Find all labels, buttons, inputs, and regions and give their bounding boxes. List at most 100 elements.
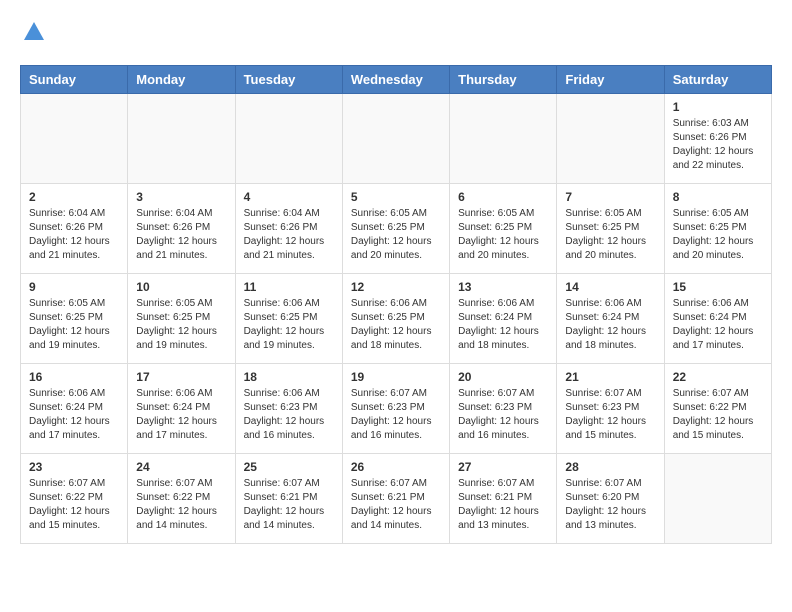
calendar-cell: 27 Sunrise: 6:07 AM Sunset: 6:21 PM Dayli… [450, 454, 557, 544]
calendar-cell: 2 Sunrise: 6:04 AM Sunset: 6:26 PM Daylig… [21, 184, 128, 274]
calendar-cell [128, 94, 235, 184]
calendar-cell: 10 Sunrise: 6:05 AM Sunset: 6:25 PM Dayli… [128, 274, 235, 364]
calendar-cell: 21 Sunrise: 6:07 AM Sunset: 6:23 PM Dayli… [557, 364, 664, 454]
calendar-table: SundayMondayTuesdayWednesdayThursdayFrid… [20, 65, 772, 544]
calendar-cell: 5 Sunrise: 6:05 AM Sunset: 6:25 PM Daylig… [342, 184, 449, 274]
calendar-week-4: 16 Sunrise: 6:06 AM Sunset: 6:24 PM Dayli… [21, 364, 772, 454]
day-number: 26 [351, 460, 441, 474]
calendar-cell: 14Sunrise: 6:06 AM Sunset: 6:24 PM Dayli… [557, 274, 664, 364]
calendar-week-1: 1Sunrise: 6:03 AM Sunset: 6:26 PM Daylig… [21, 94, 772, 184]
day-number: 18 [244, 370, 334, 384]
day-info: Sunrise: 6:07 AM Sunset: 6:23 PM Dayligh… [458, 387, 548, 443]
calendar-cell: 26 Sunrise: 6:07 AM Sunset: 6:21 PM Dayli… [342, 454, 449, 544]
day-number: 13 [458, 280, 548, 294]
day-number: 10 [136, 280, 226, 294]
calendar-cell: 25 Sunrise: 6:07 AM Sunset: 6:21 PM Dayli… [235, 454, 342, 544]
weekday-header-saturday: Saturday [664, 66, 771, 94]
day-number: 27 [458, 460, 548, 474]
day-number: 28 [565, 460, 655, 474]
calendar-cell: 9 Sunrise: 6:05 AM Sunset: 6:25 PM Daylig… [21, 274, 128, 364]
day-number: 4 [244, 190, 334, 204]
calendar-cell [342, 94, 449, 184]
day-number: 7 [565, 190, 655, 204]
day-number: 9 [29, 280, 119, 294]
weekday-header-row: SundayMondayTuesdayWednesdayThursdayFrid… [21, 66, 772, 94]
day-number: 2 [29, 190, 119, 204]
day-number: 11 [244, 280, 334, 294]
calendar-cell: 20 Sunrise: 6:07 AM Sunset: 6:23 PM Dayli… [450, 364, 557, 454]
day-info: Sunrise: 6:07 AM Sunset: 6:20 PM Dayligh… [565, 477, 655, 533]
calendar-cell: 12Sunrise: 6:06 AM Sunset: 6:25 PM Dayli… [342, 274, 449, 364]
calendar-cell: 24 Sunrise: 6:07 AM Sunset: 6:22 PM Dayli… [128, 454, 235, 544]
day-info: Sunrise: 6:05 AM Sunset: 6:25 PM Dayligh… [351, 207, 441, 263]
day-info: Sunrise: 6:04 AM Sunset: 6:26 PM Dayligh… [29, 207, 119, 263]
calendar-cell: 22 Sunrise: 6:07 AM Sunset: 6:22 PM Dayli… [664, 364, 771, 454]
weekday-header-monday: Monday [128, 66, 235, 94]
day-number: 1 [673, 100, 763, 114]
calendar-cell: 6Sunrise: 6:05 AM Sunset: 6:25 PM Daylig… [450, 184, 557, 274]
day-number: 21 [565, 370, 655, 384]
day-info: Sunrise: 6:04 AM Sunset: 6:26 PM Dayligh… [136, 207, 226, 263]
page-header [20, 20, 772, 49]
calendar-cell: 23 Sunrise: 6:07 AM Sunset: 6:22 PM Dayli… [21, 454, 128, 544]
day-info: Sunrise: 6:06 AM Sunset: 6:24 PM Dayligh… [29, 387, 119, 443]
calendar-cell: 11 Sunrise: 6:06 AM Sunset: 6:25 PM Dayli… [235, 274, 342, 364]
day-info: Sunrise: 6:07 AM Sunset: 6:21 PM Dayligh… [458, 477, 548, 533]
day-info: Sunrise: 6:06 AM Sunset: 6:24 PM Dayligh… [458, 297, 548, 353]
day-number: 14 [565, 280, 655, 294]
day-info: Sunrise: 6:06 AM Sunset: 6:24 PM Dayligh… [136, 387, 226, 443]
calendar-cell: 7Sunrise: 6:05 AM Sunset: 6:25 PM Daylig… [557, 184, 664, 274]
day-number: 25 [244, 460, 334, 474]
calendar-week-2: 2 Sunrise: 6:04 AM Sunset: 6:26 PM Daylig… [21, 184, 772, 274]
calendar-cell [664, 454, 771, 544]
logo [20, 20, 46, 49]
day-info: Sunrise: 6:07 AM Sunset: 6:21 PM Dayligh… [351, 477, 441, 533]
calendar-cell: 8Sunrise: 6:05 AM Sunset: 6:25 PM Daylig… [664, 184, 771, 274]
day-info: Sunrise: 6:06 AM Sunset: 6:23 PM Dayligh… [244, 387, 334, 443]
calendar-cell: 18 Sunrise: 6:06 AM Sunset: 6:23 PM Dayli… [235, 364, 342, 454]
weekday-header-thursday: Thursday [450, 66, 557, 94]
calendar-cell: 28 Sunrise: 6:07 AM Sunset: 6:20 PM Dayli… [557, 454, 664, 544]
day-info: Sunrise: 6:06 AM Sunset: 6:24 PM Dayligh… [673, 297, 763, 353]
calendar-cell: 4 Sunrise: 6:04 AM Sunset: 6:26 PM Daylig… [235, 184, 342, 274]
day-info: Sunrise: 6:07 AM Sunset: 6:22 PM Dayligh… [136, 477, 226, 533]
day-number: 19 [351, 370, 441, 384]
day-number: 6 [458, 190, 548, 204]
day-info: Sunrise: 6:07 AM Sunset: 6:22 PM Dayligh… [673, 387, 763, 443]
calendar-cell: 15 Sunrise: 6:06 AM Sunset: 6:24 PM Dayli… [664, 274, 771, 364]
day-number: 8 [673, 190, 763, 204]
calendar-cell [450, 94, 557, 184]
day-info: Sunrise: 6:07 AM Sunset: 6:23 PM Dayligh… [351, 387, 441, 443]
calendar-cell [21, 94, 128, 184]
weekday-header-tuesday: Tuesday [235, 66, 342, 94]
calendar-cell: 13 Sunrise: 6:06 AM Sunset: 6:24 PM Dayli… [450, 274, 557, 364]
day-number: 15 [673, 280, 763, 294]
day-info: Sunrise: 6:05 AM Sunset: 6:25 PM Dayligh… [29, 297, 119, 353]
weekday-header-sunday: Sunday [21, 66, 128, 94]
day-info: Sunrise: 6:07 AM Sunset: 6:21 PM Dayligh… [244, 477, 334, 533]
day-number: 23 [29, 460, 119, 474]
day-number: 20 [458, 370, 548, 384]
day-info: Sunrise: 6:06 AM Sunset: 6:25 PM Dayligh… [244, 297, 334, 353]
calendar-cell: 19 Sunrise: 6:07 AM Sunset: 6:23 PM Dayli… [342, 364, 449, 454]
day-info: Sunrise: 6:05 AM Sunset: 6:25 PM Dayligh… [136, 297, 226, 353]
day-number: 16 [29, 370, 119, 384]
calendar-cell [235, 94, 342, 184]
day-info: Sunrise: 6:06 AM Sunset: 6:25 PM Dayligh… [351, 297, 441, 353]
calendar-cell: 16 Sunrise: 6:06 AM Sunset: 6:24 PM Dayli… [21, 364, 128, 454]
day-info: Sunrise: 6:07 AM Sunset: 6:23 PM Dayligh… [565, 387, 655, 443]
weekday-header-friday: Friday [557, 66, 664, 94]
calendar-cell: 3Sunrise: 6:04 AM Sunset: 6:26 PM Daylig… [128, 184, 235, 274]
day-info: Sunrise: 6:04 AM Sunset: 6:26 PM Dayligh… [244, 207, 334, 263]
day-number: 5 [351, 190, 441, 204]
day-number: 24 [136, 460, 226, 474]
weekday-header-wednesday: Wednesday [342, 66, 449, 94]
day-number: 17 [136, 370, 226, 384]
day-number: 22 [673, 370, 763, 384]
day-info: Sunrise: 6:07 AM Sunset: 6:22 PM Dayligh… [29, 477, 119, 533]
calendar-cell: 1Sunrise: 6:03 AM Sunset: 6:26 PM Daylig… [664, 94, 771, 184]
calendar-week-3: 9 Sunrise: 6:05 AM Sunset: 6:25 PM Daylig… [21, 274, 772, 364]
logo-icon [22, 20, 46, 44]
calendar-cell [557, 94, 664, 184]
calendar-cell: 17 Sunrise: 6:06 AM Sunset: 6:24 PM Dayli… [128, 364, 235, 454]
